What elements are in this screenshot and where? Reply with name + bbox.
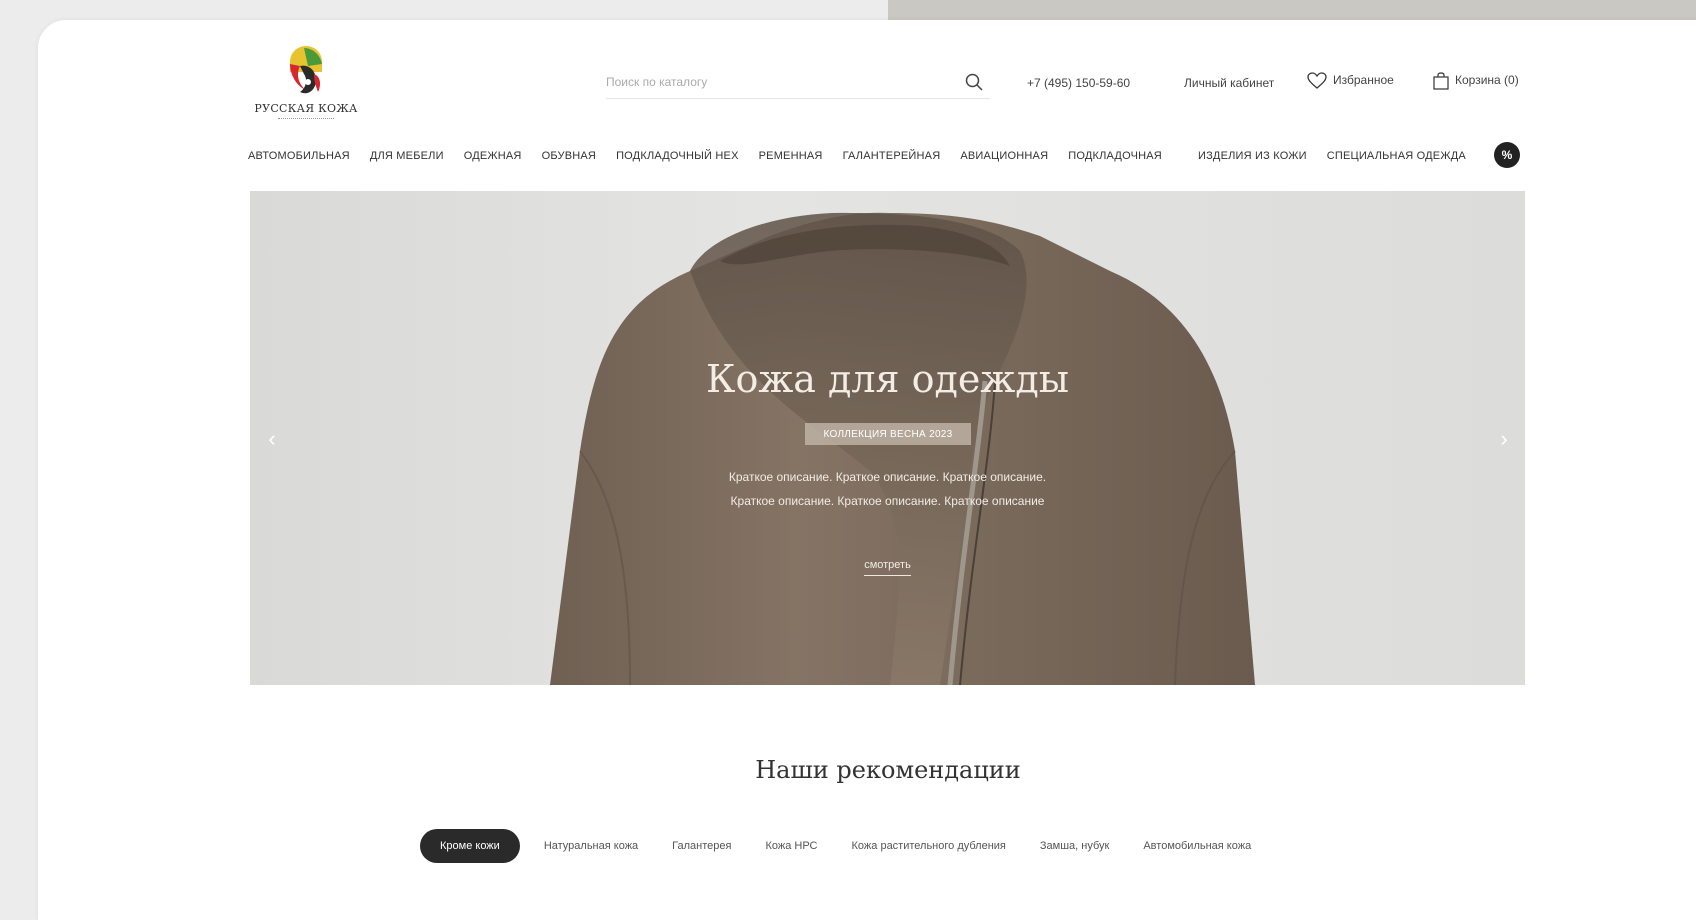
tab-except-leather[interactable]: Кроме кожи bbox=[420, 829, 520, 863]
nav-item-special-clothing[interactable]: СПЕЦИАЛЬНАЯ ОДЕЖДА bbox=[1327, 150, 1466, 162]
tab-natural-leather[interactable]: Натуральная кожа bbox=[544, 840, 638, 852]
banner-more-link[interactable]: смотреть bbox=[864, 559, 911, 576]
nav-item-furniture[interactable]: ДЛЯ МЕБЕЛИ bbox=[370, 150, 444, 162]
recommendations-tabs: Кроме кожи Натуральная кожа Галантерея К… bbox=[420, 829, 1285, 863]
banner-next-arrow-icon[interactable]: › bbox=[1494, 427, 1514, 451]
banner-description: Краткое описание. Краткое описание. Крат… bbox=[728, 470, 1047, 508]
nav-item-shoe[interactable]: ОБУВНАЯ bbox=[542, 150, 596, 162]
nav-item-haberdashery[interactable]: ГАЛАНТЕРЕЙНАЯ bbox=[843, 150, 941, 162]
search-input[interactable] bbox=[606, 68, 936, 96]
nav-item-belt[interactable]: РЕМЕННАЯ bbox=[759, 150, 823, 162]
nav-item-lining[interactable]: ПОДКЛАДОЧНАЯ bbox=[1068, 150, 1162, 162]
tab-vegetable-tanned[interactable]: Кожа растительного дубления bbox=[852, 840, 1006, 852]
background-strip bbox=[888, 0, 1696, 20]
tab-nrs-leather[interactable]: Кожа НРС bbox=[765, 840, 817, 852]
main-nav: АВТОМОБИЛЬНАЯ ДЛЯ МЕБЕЛИ ОДЕЖНАЯ ОБУВНАЯ… bbox=[248, 146, 1528, 166]
tab-haberdashery[interactable]: Галантерея bbox=[672, 840, 731, 852]
sale-badge-button[interactable]: % bbox=[1494, 142, 1520, 168]
heart-icon bbox=[1307, 72, 1327, 89]
phone-link[interactable]: +7 (495) 150-59-60 bbox=[1027, 76, 1130, 90]
account-link[interactable]: Личный кабинет bbox=[1184, 76, 1274, 90]
hero-banner: Кожа для одежды КОЛЛЕКЦИЯ ВЕСНА 2023 Кра… bbox=[250, 191, 1525, 685]
shopping-bag-icon bbox=[1433, 72, 1449, 90]
search-icon[interactable] bbox=[964, 72, 984, 92]
cart-link[interactable]: Корзина (0) bbox=[1433, 72, 1519, 90]
favorites-link[interactable]: Избранное bbox=[1307, 72, 1394, 90]
favorites-label: Избранное bbox=[1333, 73, 1394, 88]
nav-item-automotive[interactable]: АВТОМОБИЛЬНАЯ bbox=[248, 150, 350, 162]
banner-prev-arrow-icon[interactable]: ‹ bbox=[262, 427, 282, 451]
tab-automotive-leather[interactable]: Автомобильная кожа bbox=[1143, 840, 1251, 852]
tab-suede-nubuck[interactable]: Замша, нубук bbox=[1040, 840, 1109, 852]
logo-text: РУССКАЯ КОЖА bbox=[254, 102, 358, 115]
banner-title: Кожа для одежды bbox=[706, 357, 1069, 401]
logo[interactable]: РУССКАЯ КОЖА bbox=[248, 44, 364, 124]
search-bar bbox=[606, 68, 990, 99]
cart-label: Корзина (0) bbox=[1455, 73, 1519, 88]
nav-item-lining-nex[interactable]: ПОДКЛАДОЧНЫЙ НЕХ bbox=[616, 150, 739, 162]
logo-mark-icon bbox=[290, 46, 322, 94]
banner-tag: КОЛЛЕКЦИЯ ВЕСНА 2023 bbox=[805, 423, 971, 445]
nav-item-clothing[interactable]: ОДЕЖНАЯ bbox=[464, 150, 522, 162]
recommendations-title: Наши рекомендации bbox=[755, 756, 1021, 784]
nav-item-leather-goods[interactable]: ИЗДЕЛИЯ ИЗ КОЖИ bbox=[1198, 150, 1307, 162]
nav-item-aviation[interactable]: АВИАЦИОННАЯ bbox=[960, 150, 1048, 162]
logo-underline bbox=[278, 118, 334, 122]
banner-more-link-wrap: смотреть bbox=[250, 559, 1525, 576]
